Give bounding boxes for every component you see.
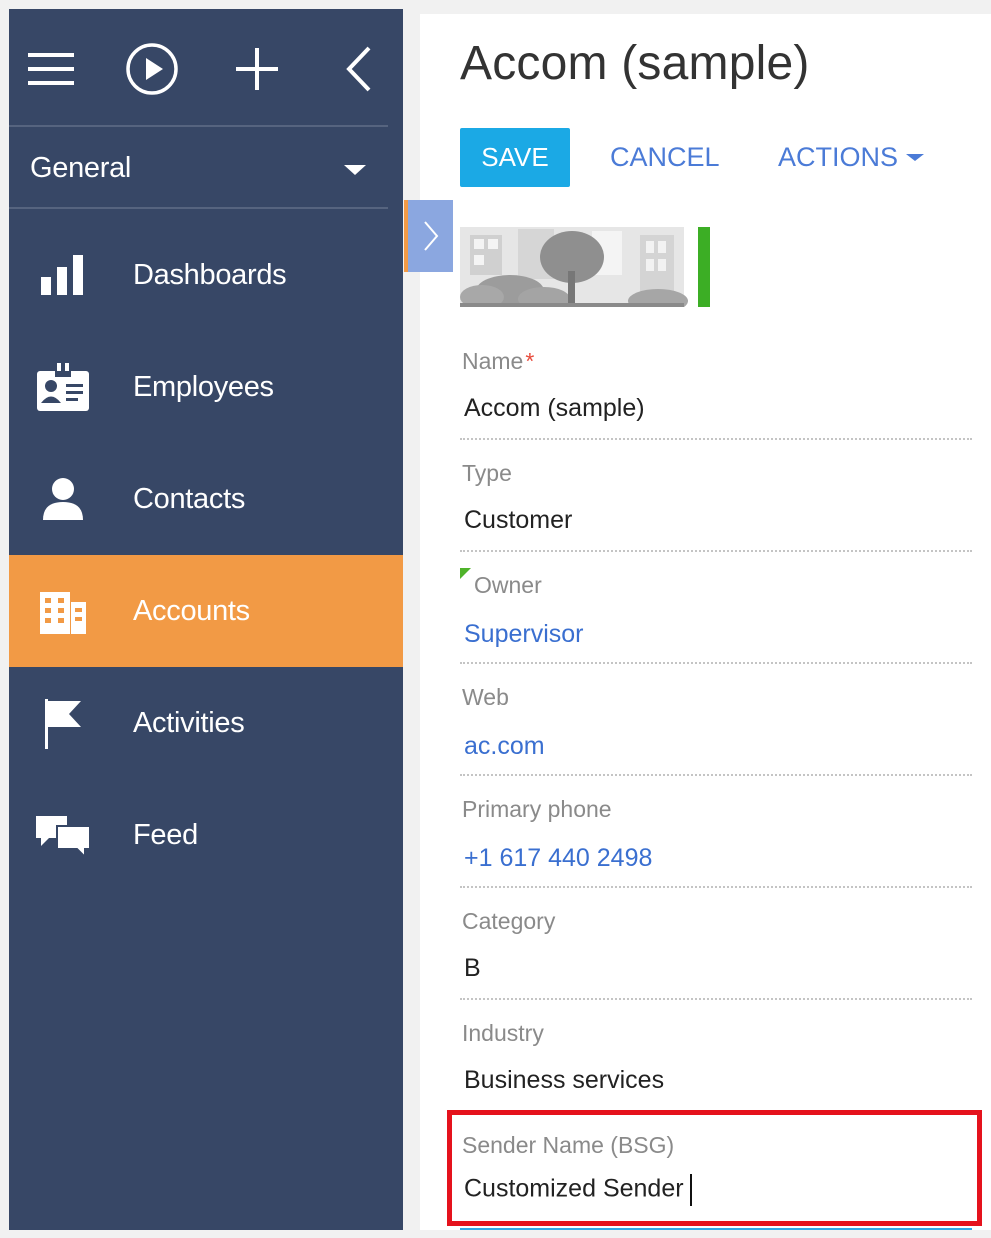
account-edit-panel: Accom (sample) SAVE CANCEL ACTIONS Name*… xyxy=(420,14,991,1230)
required-asterisk: * xyxy=(525,348,535,374)
phone-link[interactable]: +1 617 440 2498 xyxy=(464,844,652,873)
section-selector[interactable]: General xyxy=(9,128,388,208)
field-name[interactable]: Name* Accom (sample) xyxy=(460,342,972,454)
field-label: Type xyxy=(462,460,512,486)
chat-bubbles-icon xyxy=(35,807,91,863)
sidebar-item-contacts[interactable]: Contacts xyxy=(9,443,403,555)
account-logo[interactable] xyxy=(460,227,712,313)
text-cursor xyxy=(689,1174,692,1206)
field-underline xyxy=(460,550,972,552)
sidebar: General Dashboards Employees Contacts Ac… xyxy=(9,9,403,1230)
chevron-left-icon[interactable] xyxy=(329,39,389,99)
field-underline xyxy=(460,662,972,664)
field-label: Name* xyxy=(462,348,534,375)
name-input[interactable]: Accom (sample) xyxy=(464,394,645,423)
field-owner[interactable]: Owner Supervisor xyxy=(460,566,972,678)
field-label: Industry xyxy=(462,1020,544,1046)
sender-name-value: Customized Sender xyxy=(464,1174,684,1203)
sidebar-item-feed[interactable]: Feed xyxy=(9,779,403,891)
field-sender-name[interactable]: Sender Name (BSG) Customized Sender xyxy=(460,1126,972,1238)
field-type[interactable]: Type Customer xyxy=(460,454,972,566)
field-web[interactable]: Web ac.com xyxy=(460,678,972,790)
category-lookup[interactable]: B xyxy=(464,954,481,983)
type-lookup[interactable]: Customer xyxy=(464,506,572,535)
cancel-button[interactable]: CANCEL xyxy=(610,128,720,187)
bar-chart-icon xyxy=(35,247,91,303)
section-label: General xyxy=(30,151,132,184)
field-label: Sender Name (BSG) xyxy=(462,1132,675,1158)
field-category[interactable]: Category B xyxy=(460,902,972,1014)
divider xyxy=(9,207,388,209)
sidebar-item-dashboards[interactable]: Dashboards xyxy=(9,219,403,331)
building-icon xyxy=(35,583,91,639)
sidebar-item-label: Accounts xyxy=(133,594,250,627)
field-industry[interactable]: Industry Business services xyxy=(460,1014,972,1126)
sidebar-item-label: Activities xyxy=(133,706,245,739)
actions-label: ACTIONS xyxy=(778,142,899,172)
industry-lookup[interactable]: Business services xyxy=(464,1066,664,1095)
sidebar-toolbar xyxy=(9,9,403,126)
field-label: Owner xyxy=(474,572,542,598)
sidebar-item-accounts[interactable]: Accounts xyxy=(9,555,403,667)
web-link[interactable]: ac.com xyxy=(464,732,545,761)
actions-button[interactable]: ACTIONS xyxy=(778,128,925,187)
sender-name-input[interactable]: Customized Sender xyxy=(464,1174,692,1206)
field-underline xyxy=(460,774,972,776)
field-underline xyxy=(460,886,972,888)
field-underline xyxy=(460,998,972,1000)
sidebar-item-activities[interactable]: Activities xyxy=(9,667,403,779)
save-button[interactable]: SAVE xyxy=(460,128,570,187)
id-badge-icon xyxy=(35,359,91,415)
sidebar-item-label: Employees xyxy=(133,370,274,403)
field-label: Category xyxy=(462,908,556,934)
person-icon xyxy=(35,471,91,527)
field-underline xyxy=(460,1110,972,1112)
divider xyxy=(9,125,388,127)
sidebar-item-label: Dashboards xyxy=(133,258,287,291)
field-label: Primary phone xyxy=(462,796,612,822)
sidebar-item-label: Contacts xyxy=(133,482,246,515)
sidebar-item-label: Feed xyxy=(133,818,198,851)
field-label-text: Name xyxy=(462,348,524,374)
page-title: Accom (sample) xyxy=(460,37,810,90)
owner-link[interactable]: Supervisor xyxy=(464,620,584,649)
play-circle-icon[interactable] xyxy=(122,39,182,99)
chevron-right-icon xyxy=(423,221,438,251)
plus-icon[interactable] xyxy=(227,39,287,99)
sidebar-item-employees[interactable]: Employees xyxy=(9,331,403,443)
expand-panel-button[interactable] xyxy=(404,200,453,272)
changed-marker-icon xyxy=(460,568,471,579)
flag-icon xyxy=(35,695,91,751)
field-label: Web xyxy=(462,684,509,710)
chevron-down-icon xyxy=(344,165,366,175)
caret-down-icon xyxy=(906,154,925,161)
field-primary-phone[interactable]: Primary phone +1 617 440 2498 xyxy=(460,790,972,902)
hamburger-menu-icon[interactable] xyxy=(21,39,81,99)
field-underline xyxy=(460,438,972,440)
